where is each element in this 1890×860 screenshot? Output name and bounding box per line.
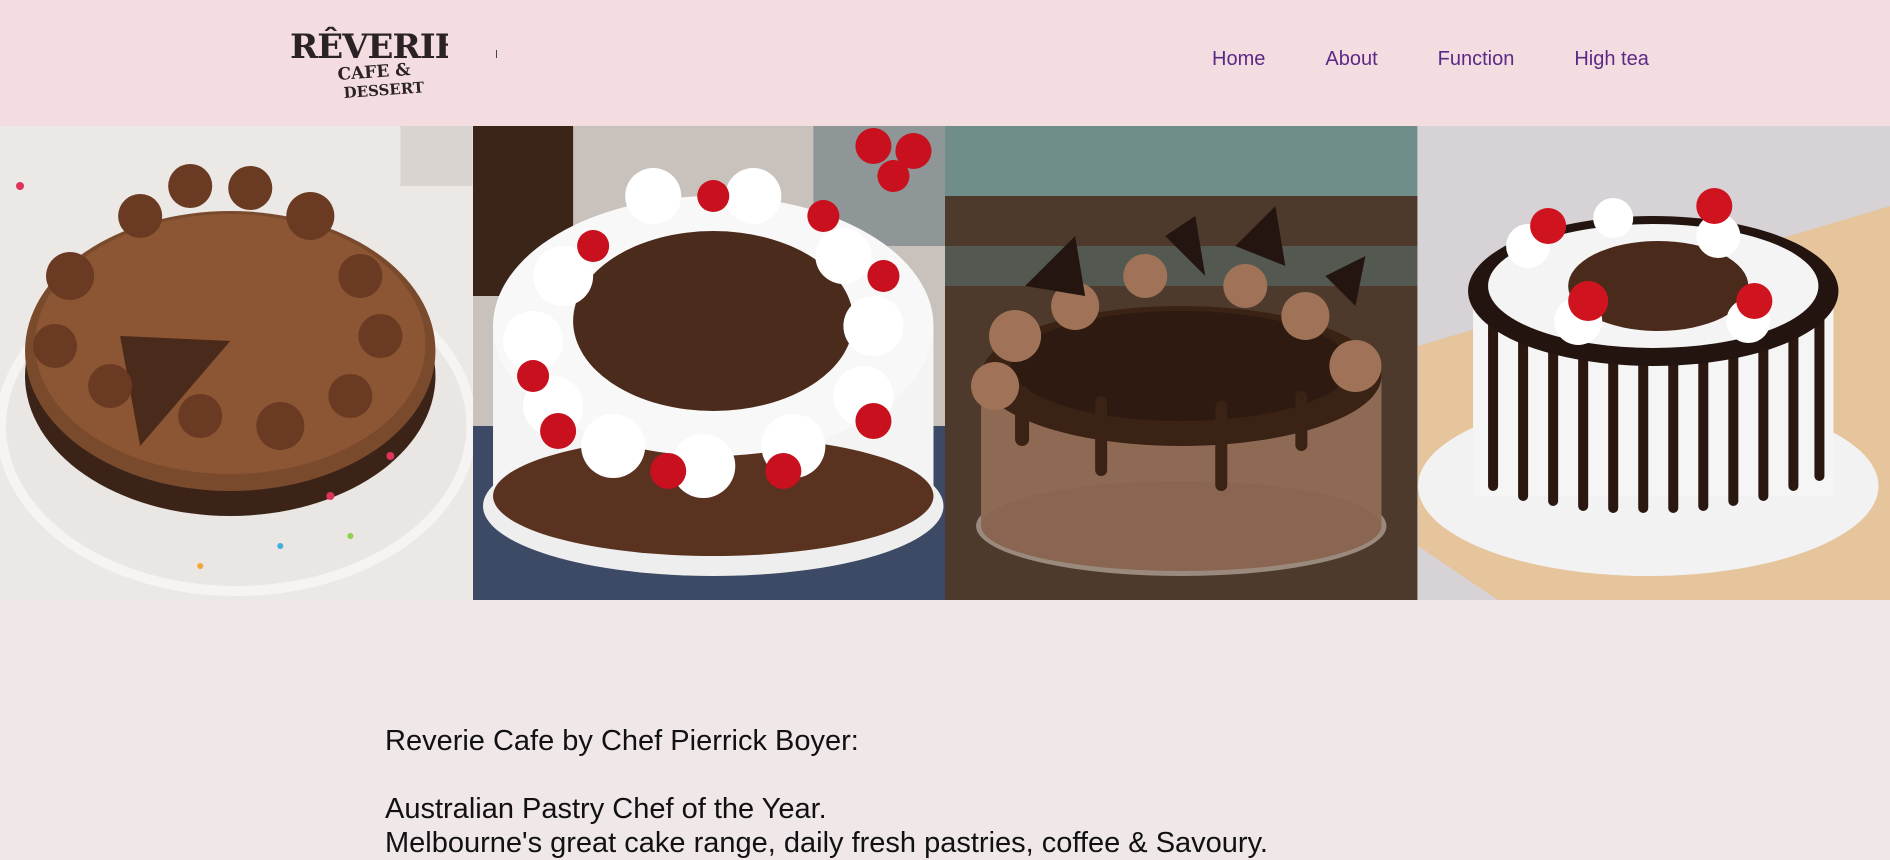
site-header: RÊVERIE CAFE & DESSERT Home About Functi… <box>0 0 1890 126</box>
cake-gallery <box>0 126 1890 600</box>
nav-divider <box>496 50 497 58</box>
intro-line-1: Australian Pastry Chef of the Year. <box>385 792 1585 826</box>
chocolate-drip-cake-image <box>945 126 1418 600</box>
main-nav: Home About Function High tea <box>1212 47 1709 71</box>
cherry-striped-cake-image <box>1418 126 1890 600</box>
intro-section: Reverie Cafe by Chef Pierrick Boyer: Aus… <box>385 724 1585 860</box>
reverie-logo[interactable]: RÊVERIE CAFE & DESSERT <box>288 12 448 100</box>
nav-home-link[interactable]: Home <box>1212 47 1265 71</box>
intro-line-2: Melbourne's great cake range, daily fres… <box>385 826 1585 860</box>
nav-about-link[interactable]: About <box>1325 47 1377 71</box>
logo-wordmark: RÊVERIE <box>290 26 448 67</box>
black-forest-cake-image <box>473 126 946 600</box>
nav-function-link[interactable]: Function <box>1438 47 1515 71</box>
nav-high-tea-link[interactable]: High tea <box>1574 47 1649 71</box>
chocolate-sprinkle-cake-image <box>0 126 473 600</box>
intro-heading: Reverie Cafe by Chef Pierrick Boyer: <box>385 724 1585 758</box>
